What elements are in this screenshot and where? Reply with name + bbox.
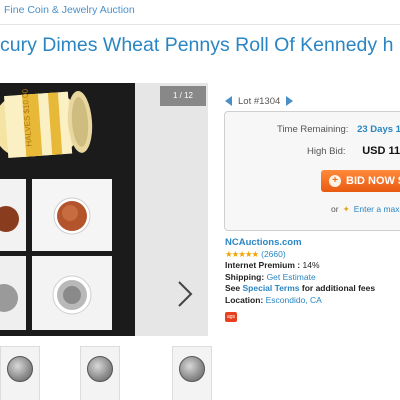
thumbnail-3[interactable] <box>172 344 212 400</box>
rating-count-link[interactable]: (2660) <box>261 249 286 259</box>
image-viewer[interactable]: HALVES $10.00 1 / 12 <box>0 83 208 336</box>
chevron-right-icon[interactable] <box>174 279 196 309</box>
bid-panel: Time Remaining: 23 Days 14 High Bid: USD… <box>224 111 400 231</box>
high-bid-label: High Bid: <box>307 146 346 157</box>
seller-info: NCAuctions.com ★★★★★ (2660) Internet Prem… <box>225 237 375 322</box>
time-remaining-value: 23 Days 14 <box>357 124 400 135</box>
premium-value: 14% <box>302 260 320 270</box>
lot-navigation: Lot #1304 <box>225 96 294 107</box>
lot-number: Lot #1304 <box>238 96 281 107</box>
special-terms-suffix: for additional fees <box>301 283 376 293</box>
image-counter: 1 / 12 <box>160 86 206 106</box>
main-photo[interactable]: HALVES $10.00 <box>0 83 135 336</box>
header-divider <box>0 24 400 25</box>
time-remaining-row: Time Remaining: 23 Days 14 <box>277 124 400 135</box>
rating-stars-icon: ★★★★★ <box>225 248 259 259</box>
high-bid-row: High Bid: USD 11. <box>307 145 400 157</box>
page-title: cury Dimes Wheat Pennys Roll Of Kennedy … <box>0 34 394 56</box>
breadcrumb[interactable]: Fine Coin & Jewelry Auction <box>4 4 135 16</box>
see-text: See <box>225 283 241 293</box>
bid-now-label: BID NOW $ <box>346 175 400 187</box>
max-bid-row: or✦ Enter a maxim <box>331 204 400 215</box>
next-lot-icon[interactable] <box>286 96 294 107</box>
or-text: or <box>331 204 339 214</box>
shipping-label: Shipping: <box>225 271 265 282</box>
bid-plus-icon: + <box>329 175 341 188</box>
time-remaining-label: Time Remaining: <box>277 124 349 135</box>
location-value: Escondido, CA <box>265 294 322 305</box>
thumbnail-2[interactable] <box>80 344 120 400</box>
enter-max-bid-link[interactable]: Enter a maxim <box>354 204 400 214</box>
seller-name-link[interactable]: NCAuctions.com <box>225 237 302 248</box>
special-terms-link[interactable]: Special Terms <box>243 283 300 293</box>
high-bid-value: USD 11. <box>362 145 400 157</box>
premium-label: Internet Premium : <box>225 260 301 270</box>
thumbnail-1[interactable] <box>0 344 40 400</box>
seller-badge-icon: ags <box>225 312 237 322</box>
bid-now-button[interactable]: + BID NOW $ <box>321 170 400 192</box>
star-icon: ✦ <box>342 204 350 214</box>
coin-photo-graphic: HALVES $10.00 <box>0 83 135 336</box>
location-label: Location: <box>225 294 264 305</box>
previous-lot-icon[interactable] <box>225 96 232 107</box>
shipping-estimate-link[interactable]: Get Estimate <box>267 272 316 282</box>
